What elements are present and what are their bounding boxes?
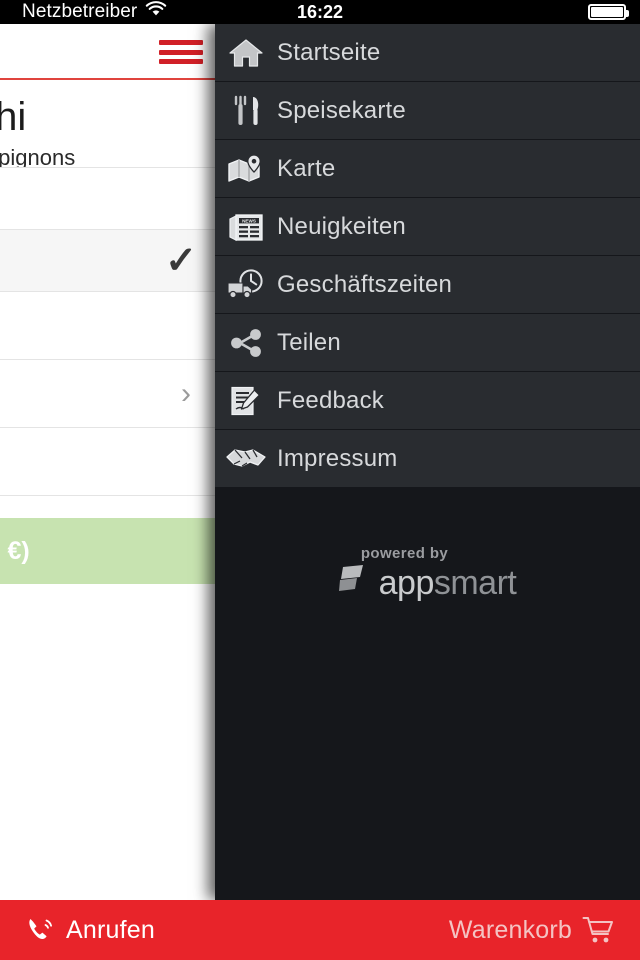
menu-item-label: Speisekarte bbox=[277, 96, 406, 124]
handshake-icon bbox=[215, 445, 277, 473]
menu-item-label: Startseite bbox=[277, 38, 381, 66]
menu-item-label: Teilen bbox=[277, 328, 341, 356]
delivery-clock-icon bbox=[215, 268, 277, 301]
battery-full-icon bbox=[588, 4, 629, 20]
svg-text:NEWS: NEWS bbox=[242, 218, 256, 223]
menu-item-label: Neuigkeiten bbox=[277, 212, 406, 240]
drawer-footer: powered by appsmart bbox=[215, 488, 640, 900]
navigation-drawer: Startseite Speisekarte Karte NEWS Neuigk… bbox=[215, 24, 640, 900]
branding-block: powered by appsmart bbox=[215, 545, 640, 601]
option-row[interactable] bbox=[0, 428, 215, 496]
price-button-label: (+ 7,50 €) bbox=[0, 536, 30, 565]
appsmart-wordmark: appsmart bbox=[379, 566, 517, 600]
menu-item-karte[interactable]: Karte bbox=[215, 140, 640, 198]
menu-item-feedback[interactable]: Feedback bbox=[215, 372, 640, 430]
page-title: Funghi bbox=[0, 95, 27, 139]
option-row[interactable] bbox=[0, 168, 215, 230]
page-title-block: Funghi mit Champignons bbox=[0, 80, 215, 168]
feedback-pencil-icon bbox=[215, 385, 277, 417]
appsmart-logo-icon bbox=[338, 564, 373, 601]
menu-item-startseite[interactable]: Startseite bbox=[215, 24, 640, 82]
chevron-right-icon: › bbox=[181, 376, 191, 410]
home-icon bbox=[215, 38, 277, 68]
status-bar-clock: 16:22 bbox=[0, 0, 640, 24]
status-bar-right bbox=[588, 0, 629, 24]
menu-item-label: Geschäftszeiten bbox=[277, 270, 453, 298]
shopping-cart-icon bbox=[582, 915, 614, 945]
powered-by-label: powered by bbox=[360, 545, 449, 562]
underlying-page: Funghi mit Champignons ✓ › (+ 7,50 €) bbox=[0, 24, 215, 900]
cart-button[interactable]: Warenkorb bbox=[449, 915, 614, 945]
call-button-label: Anrufen bbox=[66, 915, 155, 944]
hamburger-menu-icon[interactable] bbox=[159, 40, 203, 64]
menu-item-geschaeftszeiten[interactable]: Geschäftszeiten bbox=[215, 256, 640, 314]
menu-item-label: Feedback bbox=[277, 386, 384, 414]
checkmark-icon: ✓ bbox=[165, 239, 197, 282]
option-row-selected[interactable]: ✓ bbox=[0, 230, 215, 292]
page-navbar bbox=[0, 24, 215, 80]
menu-item-impressum[interactable]: Impressum bbox=[215, 430, 640, 488]
newspaper-icon: NEWS bbox=[215, 211, 277, 243]
app-screen: Netzbetreiber 16:22 Fungh bbox=[0, 0, 640, 960]
menu-item-teilen[interactable]: Teilen bbox=[215, 314, 640, 372]
call-button[interactable]: Anrufen bbox=[26, 915, 155, 945]
appsmart-logo: appsmart bbox=[338, 564, 517, 601]
clock-label: 16:22 bbox=[296, 1, 344, 22]
share-icon bbox=[215, 328, 277, 358]
menu-item-label: Karte bbox=[277, 154, 336, 182]
wordmark-app: app bbox=[378, 563, 435, 602]
drawer-menu-list: Startseite Speisekarte Karte NEWS Neuigk… bbox=[215, 24, 640, 488]
option-row-disclosure[interactable]: › bbox=[0, 360, 215, 428]
price-button[interactable]: (+ 7,50 €) bbox=[0, 518, 215, 584]
wordmark-smart: smart bbox=[433, 563, 517, 602]
bottom-action-bar: Anrufen Warenkorb bbox=[0, 900, 640, 960]
phone-icon bbox=[26, 915, 56, 945]
cutlery-icon bbox=[215, 95, 277, 127]
status-bar: Netzbetreiber 16:22 bbox=[0, 0, 640, 24]
option-row[interactable] bbox=[0, 292, 215, 360]
menu-item-speisekarte[interactable]: Speisekarte bbox=[215, 82, 640, 140]
menu-item-neuigkeiten[interactable]: NEWS Neuigkeiten bbox=[215, 198, 640, 256]
map-pin-icon bbox=[215, 153, 277, 184]
menu-item-label: Impressum bbox=[277, 444, 398, 472]
page-subtitle: mit Champignons bbox=[0, 145, 76, 168]
cart-button-label: Warenkorb bbox=[448, 915, 572, 944]
